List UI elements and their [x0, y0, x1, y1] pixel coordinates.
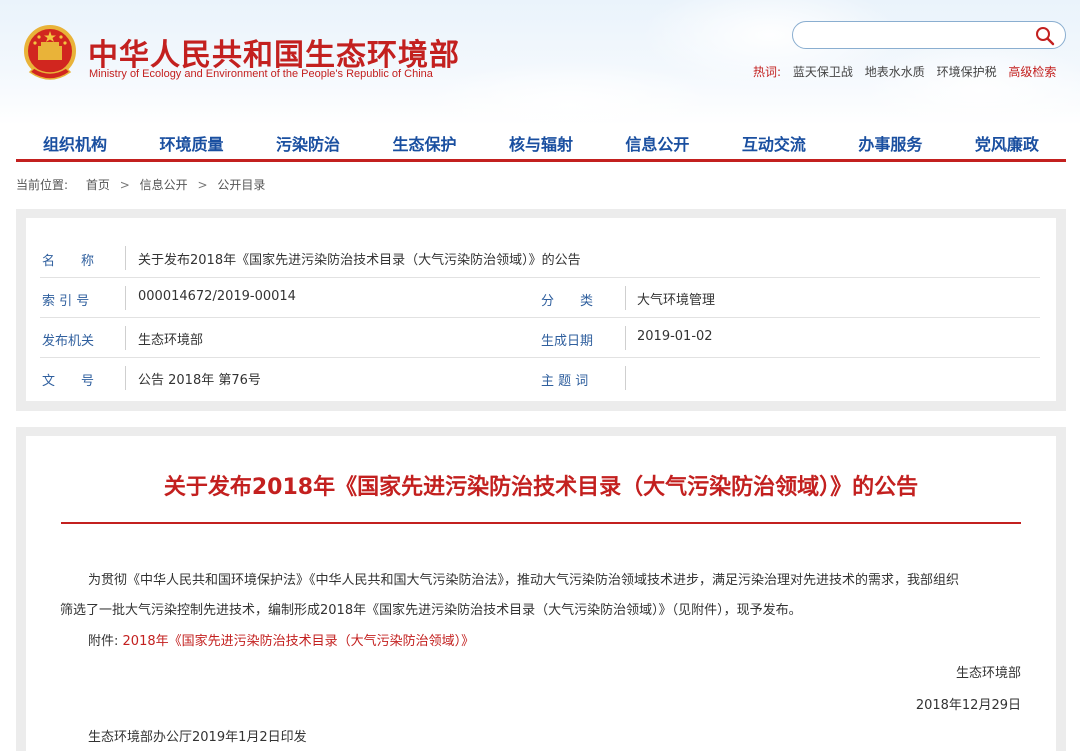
meta-name-value: 关于发布2018年《国家先进污染防治技术目录（大气污染防治领域）》的公告 — [138, 253, 581, 268]
site-header: 中华人民共和国生态环境部 Ministry of Ecology and Env… — [0, 0, 1080, 125]
meta-name-label: 名 称 — [42, 254, 95, 269]
meta-divider — [125, 286, 126, 310]
paragraph-line: 筛选了一批大气污染控制先进技术，编制形成2018年《国家先进污染防治技术目录（大… — [60, 603, 802, 618]
nav-item-services[interactable]: 办事服务 — [858, 131, 922, 155]
nav-item-pollution-control[interactable]: 污染防治 — [276, 131, 340, 155]
meta-row-issuer: 发布机关 生态环境部 生成日期 2019-01-02 — [40, 318, 1040, 358]
attachment-line: 附件: 2018年《国家先进污染防治技术目录（大气污染防治领域）》 — [88, 630, 1028, 649]
meta-row-name: 名 称 关于发布2018年《国家先进污染防治技术目录（大气污染防治领域）》的公告 — [40, 238, 1040, 278]
breadcrumb-label: 当前位置: — [16, 178, 69, 192]
meta-divider — [625, 366, 626, 390]
meta-row-index: 索 引 号 000014672/2019-00014 分 类 大气环境管理 — [40, 278, 1040, 318]
hotwords-bar: 热词: 蓝天保卫战 地表水水质 环境保护税 高级检索 — [753, 63, 1056, 80]
meta-divider — [625, 286, 626, 310]
advanced-search-link[interactable]: 高级检索 — [1008, 65, 1056, 79]
site-title-english: Ministry of Ecology and Environment of t… — [89, 68, 433, 80]
title-divider — [61, 522, 1021, 524]
meta-doc-no-value: 公告 2018年 第76号 — [138, 373, 261, 388]
meta-index-value: 000014672/2019-00014 — [138, 289, 296, 304]
sign-date: 2018年12月29日 — [915, 698, 1021, 713]
document-metadata-table: 名 称 关于发布2018年《国家先进污染防治技术目录（大气污染防治领域）》的公告… — [26, 218, 1056, 401]
attachment-label: 附件: — [88, 634, 119, 649]
hotwords-label: 热词: — [753, 65, 782, 79]
meta-divider — [125, 326, 126, 350]
paragraph-line: 为贯彻《中华人民共和国环境保护法》《中华人民共和国大气污染防治法》，推动大气污染… — [88, 573, 960, 588]
main-nav: 组织机构 环境质量 污染防治 生态保护 核与辐射 信息公开 互动交流 办事服务 … — [16, 127, 1066, 162]
meta-divider — [625, 326, 626, 350]
nav-item-information-disclosure[interactable]: 信息公开 — [625, 131, 689, 155]
breadcrumb: 当前位置: 首页 > 信息公开 > 公开目录 — [16, 176, 265, 193]
nav-item-organization[interactable]: 组织机构 — [43, 131, 107, 155]
breadcrumb-info-disclosure[interactable]: 信息公开 — [140, 178, 188, 192]
meta-index-label: 索 引 号 — [42, 294, 90, 309]
meta-divider — [125, 246, 126, 270]
issue-footer: 生态环境部办公厅2019年1月2日印发 — [88, 730, 307, 745]
meta-divider — [125, 366, 126, 390]
meta-issuer-value: 生态环境部 — [138, 333, 204, 348]
signer: 生态环境部 — [955, 666, 1021, 681]
attachment-link[interactable]: 2018年《国家先进污染防治技术目录（大气污染防治领域）》 — [123, 634, 475, 649]
national-emblem-icon — [24, 25, 76, 80]
meta-doc-no-label: 文 号 — [42, 374, 95, 389]
article-title: 关于发布2018年《国家先进污染防治技术目录（大气污染防治领域）》的公告 — [163, 475, 919, 500]
breadcrumb-home[interactable]: 首页 — [86, 178, 110, 192]
hotword-link[interactable]: 蓝天保卫战 — [793, 65, 853, 79]
meta-keywords-label: 主 题 词 — [541, 374, 589, 389]
meta-date-value: 2019-01-02 — [637, 329, 713, 344]
search-icon[interactable] — [1035, 26, 1055, 46]
article-panel: 关于发布2018年《国家先进污染防治技术目录（大气污染防治领域）》的公告 为贯彻… — [16, 427, 1066, 751]
meta-issuer-label: 发布机关 — [42, 334, 95, 349]
breadcrumb-separator: > — [119, 178, 130, 192]
article-body: 关于发布2018年《国家先进污染防治技术目录（大气污染防治领域）》的公告 为贯彻… — [26, 436, 1056, 751]
meta-row-doc-no: 文 号 公告 2018年 第76号 主 题 词 — [40, 358, 1040, 398]
breadcrumb-separator: > — [197, 178, 208, 192]
nav-item-nuclear-radiation[interactable]: 核与辐射 — [509, 131, 573, 155]
search-input[interactable] — [807, 26, 1027, 44]
nav-item-environment-quality[interactable]: 环境质量 — [159, 131, 223, 155]
document-metadata-panel: 名 称 关于发布2018年《国家先进污染防治技术目录（大气污染防治领域）》的公告… — [16, 209, 1066, 411]
hotword-link[interactable]: 环境保护税 — [937, 65, 997, 79]
meta-date-label: 生成日期 — [541, 334, 594, 349]
breadcrumb-catalog[interactable]: 公开目录 — [217, 178, 265, 192]
meta-category-label: 分 类 — [541, 294, 594, 309]
hotword-link[interactable]: 地表水水质 — [865, 65, 925, 79]
nav-item-party-conduct[interactable]: 党风廉政 — [975, 131, 1039, 155]
nav-item-interaction[interactable]: 互动交流 — [742, 131, 806, 155]
nav-item-ecology-protection[interactable]: 生态保护 — [392, 131, 456, 155]
meta-category-value: 大气环境管理 — [637, 293, 716, 308]
search-box — [792, 21, 1066, 49]
